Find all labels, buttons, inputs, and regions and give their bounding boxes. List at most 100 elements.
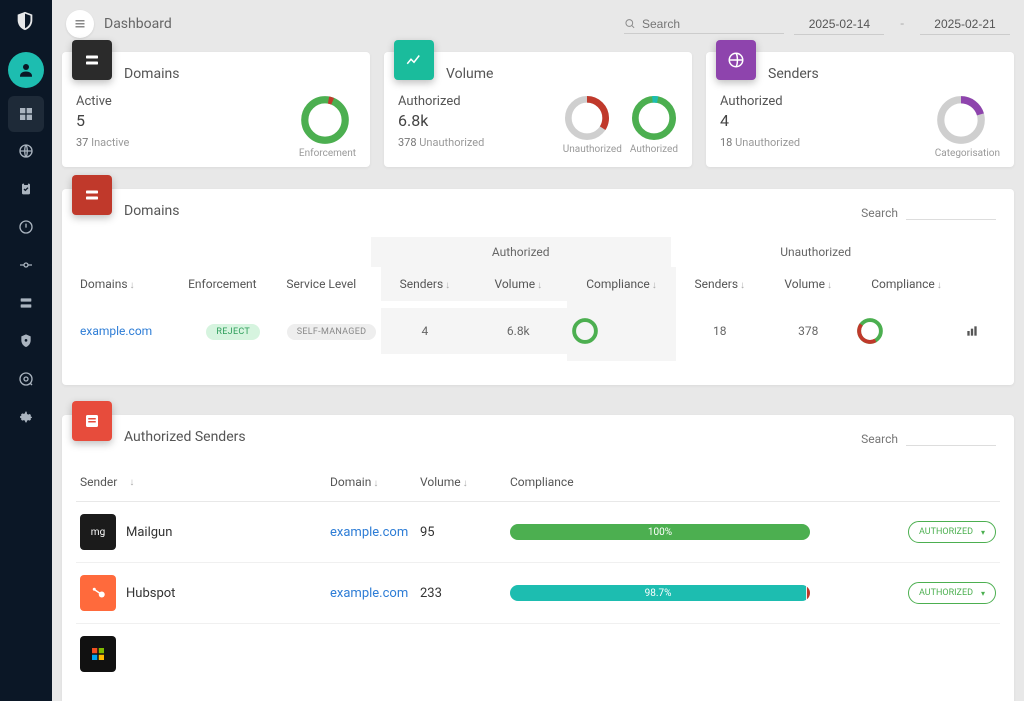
nav-server[interactable] — [0, 284, 52, 322]
domains-sub-label: Inactive — [91, 136, 129, 149]
un-compliance-donut — [852, 301, 960, 361]
sender-row — [76, 624, 1000, 684]
unauthorized-donut-label: Unauthorized — [563, 144, 622, 155]
sidebar — [0, 0, 52, 701]
volume-badge-icon — [394, 40, 434, 80]
chevron-down-icon: ▾ — [981, 528, 985, 537]
sender-domain-link[interactable]: example.com — [330, 586, 408, 601]
compliance-bar-fill: 100% — [510, 524, 810, 540]
card-senders-title: Senders — [768, 66, 1000, 82]
col-auth-volume[interactable]: Volume↓ — [469, 267, 567, 301]
domains-stat-value: 5 — [76, 111, 129, 130]
domains-badge-icon — [72, 40, 112, 80]
senders-panel: Authorized Senders Search Sender↓ Domain… — [62, 415, 1014, 701]
authorized-donut-icon — [630, 94, 678, 142]
senders-stat-label: Authorized — [720, 94, 800, 109]
card-domains-title: Domains — [124, 66, 356, 82]
status-dropdown[interactable]: AUTHORIZED ▾ — [908, 521, 996, 543]
senders-search-label: Search — [861, 432, 898, 446]
domains-search-input[interactable] — [906, 205, 996, 220]
enforcement-donut-icon — [299, 94, 351, 146]
senders-stat-value: 4 — [720, 111, 800, 130]
un-volume-value: 378 — [764, 308, 852, 354]
domain-link[interactable]: example.com — [80, 324, 152, 338]
dashboard-icon — [66, 10, 94, 38]
col-auth-compliance[interactable]: Compliance↓ — [567, 267, 675, 301]
row-action-icon[interactable] — [961, 308, 1000, 354]
card-volume-title: Volume — [446, 66, 678, 82]
hubspot-icon — [80, 575, 116, 611]
col-enforcement[interactable]: Enforcement — [184, 267, 282, 301]
domains-stat-label: Active — [76, 94, 129, 109]
auth-compliance-icon — [571, 317, 599, 345]
col-service-level[interactable]: Service Level — [282, 267, 380, 301]
domains-search[interactable]: Search — [861, 205, 996, 220]
nav-eye[interactable] — [0, 360, 52, 398]
summary-cards: Domains Active 5 37 Inactive Enforcement — [62, 52, 1014, 167]
senders-sub-label: Unauthorized — [735, 136, 800, 149]
status-label: AUTHORIZED — [919, 527, 973, 537]
col-sender-domain[interactable]: Domain↓ — [326, 463, 416, 501]
nav-settings[interactable] — [0, 398, 52, 436]
col-un-volume[interactable]: Volume↓ — [764, 267, 852, 301]
sender-row: mg Mailgun example.com 95 100% AUTHORIZE… — [76, 502, 1000, 563]
volume-stat-label: Authorized — [398, 94, 484, 109]
global-search[interactable] — [624, 15, 784, 34]
col-auth-senders[interactable]: Senders↓ — [381, 267, 469, 301]
nav-globe[interactable] — [0, 132, 52, 170]
nav-alert[interactable] — [0, 208, 52, 246]
auth-compliance-donut — [567, 301, 675, 361]
date-to-input[interactable] — [920, 14, 1010, 35]
nav-dashboard[interactable] — [8, 96, 44, 132]
service-level-pill: SELF-MANAGED — [287, 324, 377, 340]
nav-shield[interactable] — [0, 322, 52, 360]
col-un-senders[interactable]: Senders↓ — [676, 267, 764, 301]
compliance-bar: 100% — [510, 524, 810, 540]
card-domains: Domains Active 5 37 Inactive Enforcement — [62, 52, 370, 167]
topbar: Dashboard - — [62, 0, 1014, 52]
sender-row: Hubspot example.com 233 98.7% AUTHORIZED — [76, 563, 1000, 624]
col-sender-compliance[interactable]: Compliance — [506, 463, 890, 501]
logo-icon — [14, 10, 38, 34]
domain-row: example.com REJECT SELF-MANAGED 4 6.8k 1… — [76, 301, 1000, 361]
chevron-down-icon: ▾ — [981, 589, 985, 598]
card-senders: Senders Authorized 4 18 Unauthorized Cat… — [706, 52, 1014, 167]
sender-volume: 233 — [416, 574, 506, 613]
compliance-bar: 98.7% — [510, 585, 810, 601]
senders-badge-icon — [716, 40, 756, 80]
senders-search-input[interactable] — [906, 431, 996, 446]
sender-name: Hubspot — [126, 586, 175, 601]
compliance-bar-fill: 98.7% — [510, 585, 806, 601]
nav-clipboard[interactable] — [0, 170, 52, 208]
status-dropdown[interactable]: AUTHORIZED ▾ — [908, 582, 996, 604]
col-sender-volume[interactable]: Volume↓ — [416, 463, 506, 501]
page-title: Dashboard — [104, 16, 172, 32]
un-senders-value: 18 — [676, 308, 764, 354]
col-sender[interactable]: Sender↓ — [76, 463, 326, 501]
sender-icon — [80, 636, 116, 672]
col-domains[interactable]: Domains↓ — [76, 267, 184, 301]
auth-senders-value: 4 — [381, 308, 469, 354]
unauthorized-donut-icon — [563, 94, 611, 142]
categorisation-donut-label: Categorisation — [935, 148, 1000, 159]
mailgun-icon: mg — [80, 514, 116, 550]
un-compliance-icon — [856, 317, 884, 345]
sender-name: Mailgun — [126, 525, 172, 540]
search-input[interactable] — [642, 17, 784, 31]
search-icon — [624, 17, 636, 30]
auth-volume-value: 6.8k — [469, 308, 567, 354]
volume-sub-n: 378 — [398, 136, 417, 149]
sender-volume: 95 — [416, 513, 506, 552]
sender-domain-link[interactable]: example.com — [330, 525, 408, 540]
volume-stat-value: 6.8k — [398, 111, 484, 130]
date-from-input[interactable] — [794, 14, 884, 35]
col-un-compliance[interactable]: Compliance↓ — [852, 267, 960, 301]
senders-search[interactable]: Search — [861, 431, 996, 446]
date-separator: - — [894, 17, 910, 32]
group-authorized: Authorized — [371, 237, 671, 267]
enforcement-donut-label: Enforcement — [299, 148, 356, 159]
domains-panel-icon — [72, 175, 112, 215]
nav-commit[interactable] — [0, 246, 52, 284]
nav-user[interactable] — [8, 52, 44, 88]
categorisation-donut-icon — [935, 94, 987, 146]
